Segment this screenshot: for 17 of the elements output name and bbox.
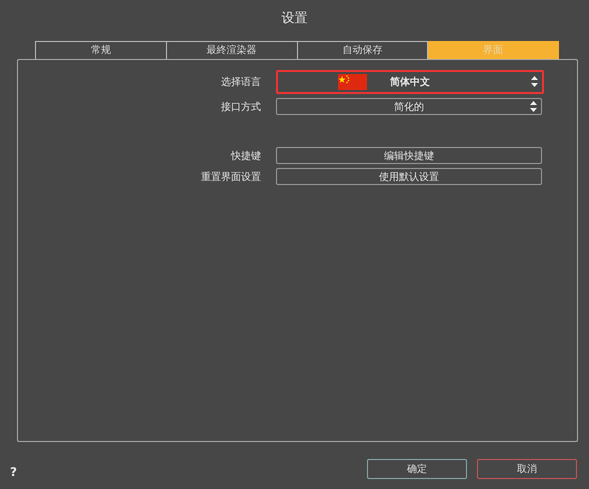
tab[interactable]: 最終渲染器 [166,41,298,59]
tab[interactable]: 自动保存 [298,41,428,59]
setting-label: 快捷键 [230,150,262,162]
setting-label: 重置界面设置 [200,170,262,184]
window-title: 设置 [282,10,308,28]
button[interactable]: 使用默认设置 [276,168,542,185]
up-down-arrows-icon [530,100,537,112]
cancel-button[interactable]: 取消 [477,459,577,479]
setting-label: 选择语言 [220,76,262,89]
dropdown[interactable]: 简体中文 [276,70,544,94]
dropdown[interactable]: 简化的 [276,98,542,115]
help-icon[interactable]: ? [10,465,17,479]
up-down-arrows-icon [531,76,538,87]
setting-label: 接口方式 [220,100,262,114]
ok-button[interactable]: 确定 [367,459,467,479]
tab[interactable]: 常规 [35,41,167,59]
button[interactable]: 编辑快捷键 [276,147,542,164]
